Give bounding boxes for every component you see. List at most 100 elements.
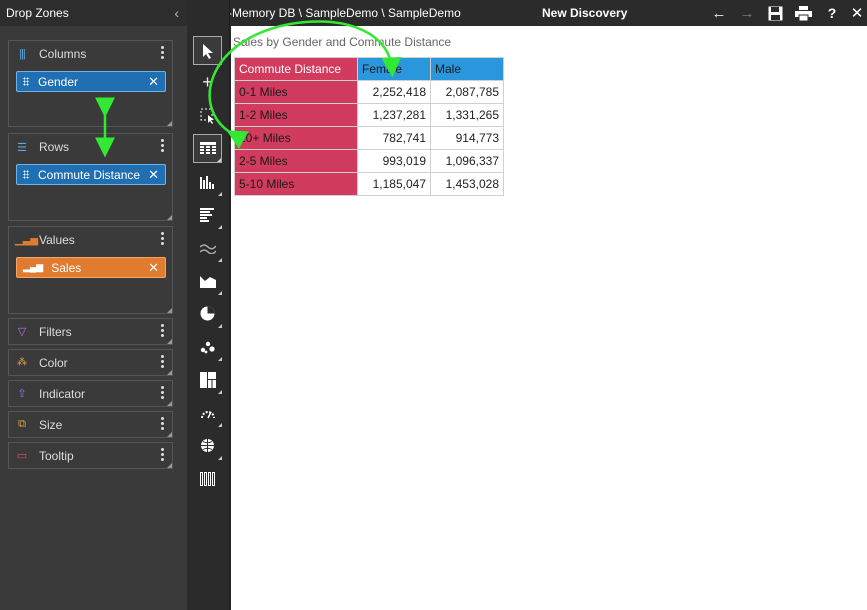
cell-value[interactable]: 1,453,028 [430,172,504,196]
filters-label: Filters [39,324,72,339]
row-label[interactable]: 2-5 Miles [234,149,358,173]
sales-pill[interactable]: ▂▄▆ Sales ✕ [16,257,166,278]
close-icon[interactable]: ✕ [847,3,867,23]
col-header-female[interactable]: Female [357,57,431,81]
cell-value[interactable]: 1,237,281 [357,103,431,127]
values-zone-header: ▁▃▅ Values [9,227,172,253]
gender-pill-label: Gender [38,74,79,89]
cell-value[interactable]: 914,773 [430,126,504,150]
breadcrumb: In-Memory DB \ SampleDemo \ SampleDemo [218,6,461,20]
grip-icon[interactable] [23,77,29,86]
add-tool-icon[interactable]: + [193,68,222,97]
filter-icon: ▽ [17,326,27,338]
sales-pill-label: Sales [51,260,82,275]
resize-corner-icon[interactable] [167,401,172,406]
commute-distance-pill-label: Commute Distance [38,167,141,182]
resize-corner-icon[interactable] [167,121,172,126]
remove-commute-distance-icon[interactable]: ✕ [148,167,159,183]
size-label: Size [39,417,63,432]
cell-value[interactable]: 2,252,418 [357,80,431,104]
rows-zone[interactable]: ☰ Rows Commute Distance ✕ [8,133,173,221]
table-row: 5-10 Miles 1,185,047 1,453,028 [234,172,504,196]
drop-zones-header: Drop Zones ‹ [0,0,187,26]
cell-value[interactable]: 1,185,047 [357,172,431,196]
up-arrow-icon: ⇧ [17,388,27,400]
table-row: 1-2 Miles 1,237,281 1,331,265 [234,103,504,127]
select-tool-icon[interactable] [193,36,222,65]
columns-zone[interactable]: ||| Columns Gender ✕ [8,40,173,127]
row-label[interactable]: 5-10 Miles [234,172,358,196]
grip-icon[interactable] [23,170,29,179]
resize-corner-icon[interactable] [167,215,172,220]
select-region-icon[interactable] [193,101,222,130]
pivot-grid: Commute Distance Female Male 0-1 Miles 2… [234,57,504,196]
values-zone[interactable]: ▁▃▅ Values ▂▄▆ Sales ✕ [8,226,173,314]
column-chart-icon[interactable] [193,167,222,196]
col-header-male[interactable]: Male [430,57,504,81]
tooltip-zone[interactable]: ▭ Tooltip [8,442,173,469]
size-menu-icon[interactable] [161,416,165,432]
bar-chart-icon: ▂▄▆ [23,262,44,272]
resize-corner-icon[interactable] [167,463,172,468]
row-label[interactable]: 1-2 Miles [234,103,358,127]
columns-zone-header: ||| Columns [9,41,172,67]
color-zone[interactable]: ⁂ Color [8,349,173,376]
resize-corner-icon[interactable] [167,432,172,437]
rows-zone-header: ☰ Rows [9,134,172,160]
columns-label: Columns [39,47,87,61]
save-icon[interactable] [765,3,785,23]
filters-menu-icon[interactable] [161,323,165,339]
more-visuals-icon[interactable] [193,464,222,493]
tooltip-label: Tooltip [39,448,74,463]
cell-value[interactable]: 1,096,337 [430,149,504,173]
resize-corner-icon[interactable] [167,339,172,344]
help-icon[interactable]: ? [822,3,842,23]
canvas: Sales by Gender and Commute Distance Com… [231,26,867,610]
forward-arrow-icon[interactable]: → [737,3,757,23]
print-icon[interactable] [793,3,813,23]
color-menu-icon[interactable] [161,354,165,370]
cell-value[interactable]: 993,019 [357,149,431,173]
drop-zones-title: Drop Zones [6,6,69,20]
tooltip-menu-icon[interactable] [161,447,165,463]
color-label: Color [39,355,68,370]
drop-zones-panel: Drop Zones ‹ ||| Columns Gender ✕ ☰ Rows… [0,0,187,610]
area-chart-icon[interactable] [193,266,222,295]
resize-corner-icon[interactable] [167,370,172,375]
cell-value[interactable]: 2,087,785 [430,80,504,104]
collapse-chevron-icon[interactable]: ‹ [174,5,179,21]
remove-sales-icon[interactable]: ✕ [148,260,159,276]
table-row: 0-1 Miles 2,252,418 2,087,785 [234,80,504,104]
line-chart-icon[interactable] [193,233,222,262]
row-label[interactable]: 0-1 Miles [234,80,358,104]
remove-gender-icon[interactable]: ✕ [148,74,159,90]
columns-menu-icon[interactable] [161,45,165,61]
gender-pill[interactable]: Gender ✕ [16,71,166,92]
values-label: Values [39,233,75,247]
visual-toolbar: + [187,0,230,610]
cell-value[interactable]: 782,741 [357,126,431,150]
gauge-icon[interactable] [193,398,222,427]
indicator-menu-icon[interactable] [161,385,165,401]
pie-chart-icon[interactable] [193,299,222,328]
commute-distance-pill[interactable]: Commute Distance ✕ [16,164,166,185]
cell-value[interactable]: 1,331,265 [430,103,504,127]
filters-zone[interactable]: ▽ Filters [8,318,173,345]
globe-map-icon[interactable] [193,431,222,460]
rows-icon: ☰ [17,141,27,154]
header-row: Commute Distance Female Male [234,57,504,81]
back-arrow-icon[interactable]: ← [709,3,729,23]
rows-menu-icon[interactable] [161,138,165,154]
indicator-label: Indicator [39,386,86,401]
indicator-zone[interactable]: ⇧ Indicator [8,380,173,407]
values-menu-icon[interactable] [161,231,165,247]
scatter-chart-icon[interactable] [193,332,222,361]
bar-chart-icon[interactable] [193,200,222,229]
resize-corner-icon[interactable] [167,308,172,313]
treemap-icon[interactable] [193,365,222,394]
row-label[interactable]: 10+ Miles [234,126,358,150]
grid-title: Sales by Gender and Commute Distance [233,35,452,49]
row-header-commute-distance[interactable]: Commute Distance [234,57,358,81]
size-zone[interactable]: ⧉ Size [8,411,173,438]
grid-icon[interactable] [193,134,222,163]
